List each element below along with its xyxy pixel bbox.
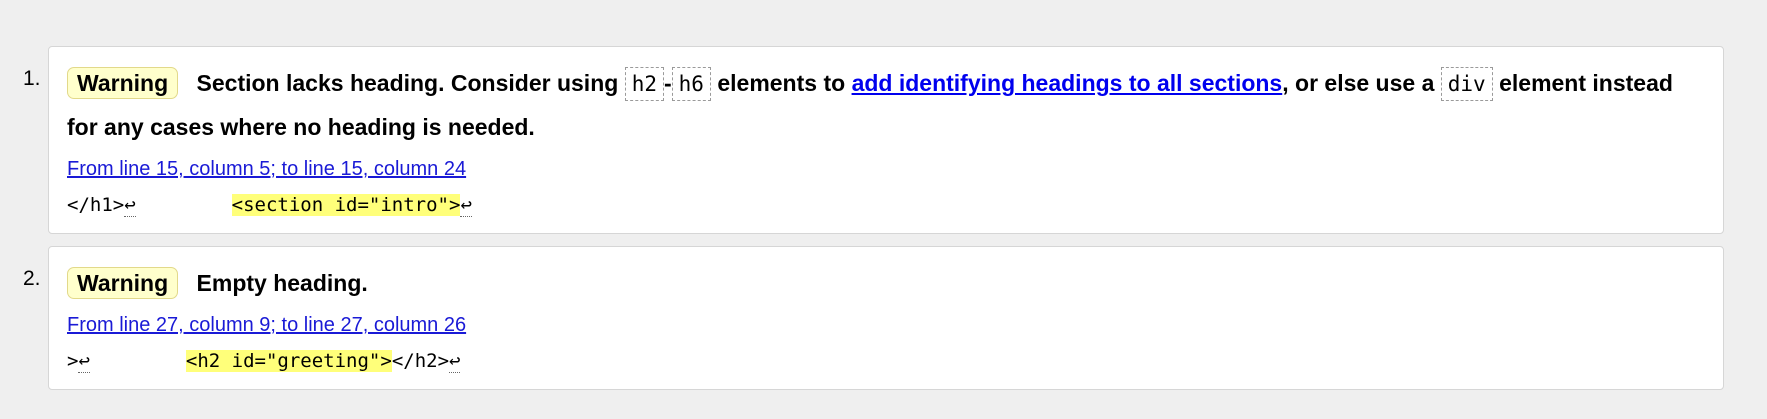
location: From line 15, column 5; to line 15, colu… [67, 153, 1705, 185]
code-extract: >↩ <h2 id="greeting"></h2>↩ [67, 345, 1705, 377]
location-link[interactable]: From line 27, column 9; to line 27, colu… [67, 314, 466, 336]
message-text-part: , or else use a [1282, 70, 1435, 96]
linefeed-icon: ↩ [449, 350, 461, 373]
location-link[interactable]: From line 15, column 5; to line 15, colu… [67, 158, 466, 180]
headings-help-link[interactable]: add identifying headings to all sections [852, 70, 1283, 96]
validation-messages-list: 1. Warning Section lacks heading. Consid… [0, 46, 1767, 402]
message-text-part: Empty heading. [196, 270, 368, 296]
message-item: 2. Warning Empty heading. From line 27, … [23, 246, 1724, 390]
extract-highlight: <h2 id="greeting"> [185, 350, 392, 372]
code-element-div: div [1440, 67, 1493, 101]
message-item: 1. Warning Section lacks heading. Consid… [23, 46, 1724, 234]
extract-before: </h1> [67, 194, 125, 216]
warning-badge: Warning [67, 67, 179, 99]
code-extract: </h1>↩ <section id="intro">↩ [67, 189, 1705, 221]
message-number: 2. [23, 267, 41, 290]
warning-badge: Warning [67, 267, 179, 299]
message-text: Warning Section lacks heading. Consider … [67, 61, 1705, 149]
message-text-part: Section lacks heading. Consider using [196, 70, 619, 96]
linefeed-icon: ↩ [78, 350, 90, 373]
extract-after: </h2> [391, 350, 450, 372]
linefeed-icon: ↩ [460, 194, 472, 217]
code-element-h2: h2 [624, 67, 664, 101]
location: From line 27, column 9; to line 27, colu… [67, 309, 1705, 341]
code-element-h6: h6 [671, 67, 711, 101]
extract-highlight: <section id="intro"> [231, 194, 461, 216]
range-dash: - [663, 70, 672, 96]
linefeed-icon: ↩ [124, 194, 136, 217]
message-number: 1. [23, 67, 41, 90]
extract-before: > [67, 350, 79, 372]
message-text-part: elements to [717, 70, 846, 96]
message-text: Warning Empty heading. [67, 261, 1705, 305]
